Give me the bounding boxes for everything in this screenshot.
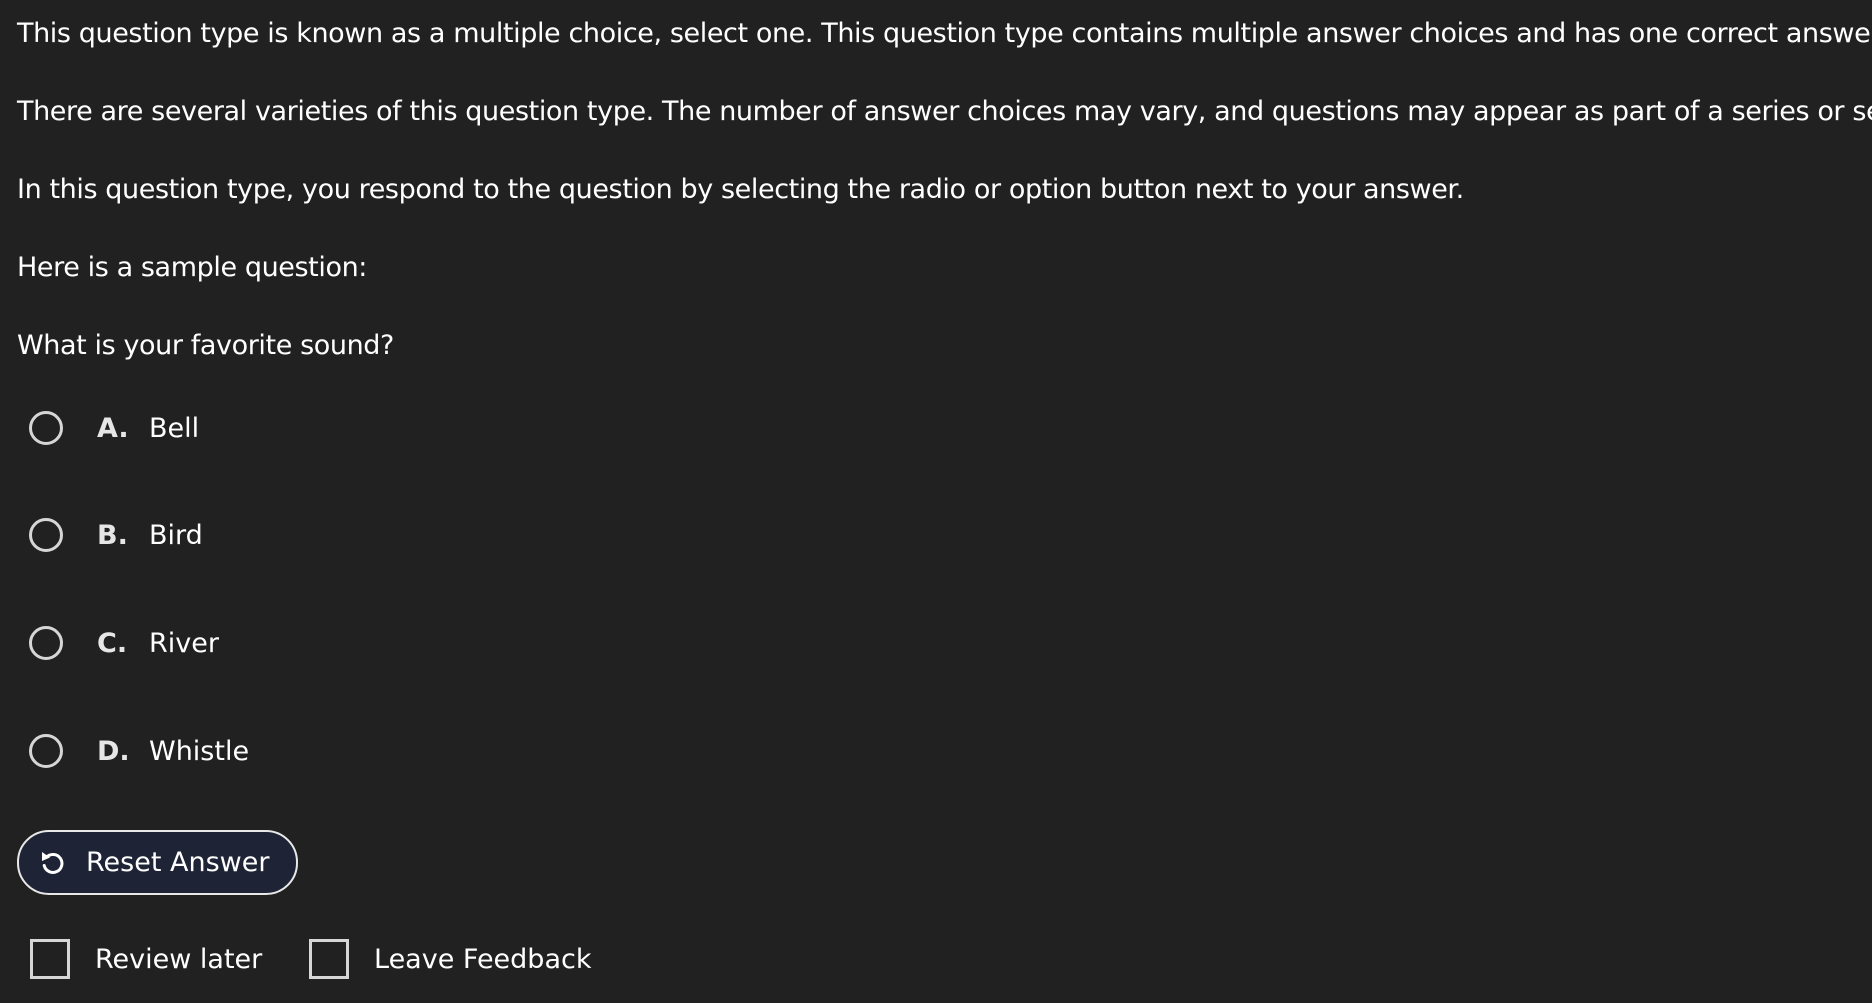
checkbox-box[interactable] — [309, 939, 349, 979]
option-a[interactable]: A. Bell — [29, 406, 329, 450]
option-letter: C. — [97, 627, 128, 659]
radio-button[interactable] — [29, 411, 63, 445]
option-d[interactable]: D. Whistle — [29, 729, 329, 773]
leave-feedback-label: Leave Feedback — [374, 943, 592, 975]
radio-button[interactable] — [29, 626, 63, 660]
reset-answer-label: Reset Answer — [86, 847, 270, 878]
intro-line-1: This question type is known as a multipl… — [17, 18, 1872, 49]
option-b[interactable]: B. Bird — [29, 513, 329, 557]
option-label: River — [149, 627, 219, 659]
option-label: Whistle — [149, 735, 250, 767]
option-label: Bird — [149, 519, 203, 551]
review-later-checkbox[interactable]: Review later — [30, 937, 262, 981]
intro-line-2: There are several varieties of this ques… — [17, 96, 1872, 127]
option-letter: D. — [97, 735, 130, 767]
reset-icon — [37, 847, 69, 879]
option-letter: A. — [97, 412, 129, 444]
radio-button[interactable] — [29, 734, 63, 768]
leave-feedback-checkbox[interactable]: Leave Feedback — [309, 937, 591, 981]
review-later-label: Review later — [95, 943, 263, 975]
intro-line-3: In this question type, you respond to th… — [17, 174, 1464, 205]
question-text: What is your favorite sound? — [17, 330, 394, 361]
option-c[interactable]: C. River — [29, 621, 329, 665]
intro-line-4: Here is a sample question: — [17, 252, 367, 283]
reset-answer-button[interactable]: Reset Answer — [17, 830, 298, 895]
option-label: Bell — [149, 412, 200, 444]
radio-button[interactable] — [29, 518, 63, 552]
checkbox-box[interactable] — [30, 939, 70, 979]
option-letter: B. — [97, 519, 128, 551]
